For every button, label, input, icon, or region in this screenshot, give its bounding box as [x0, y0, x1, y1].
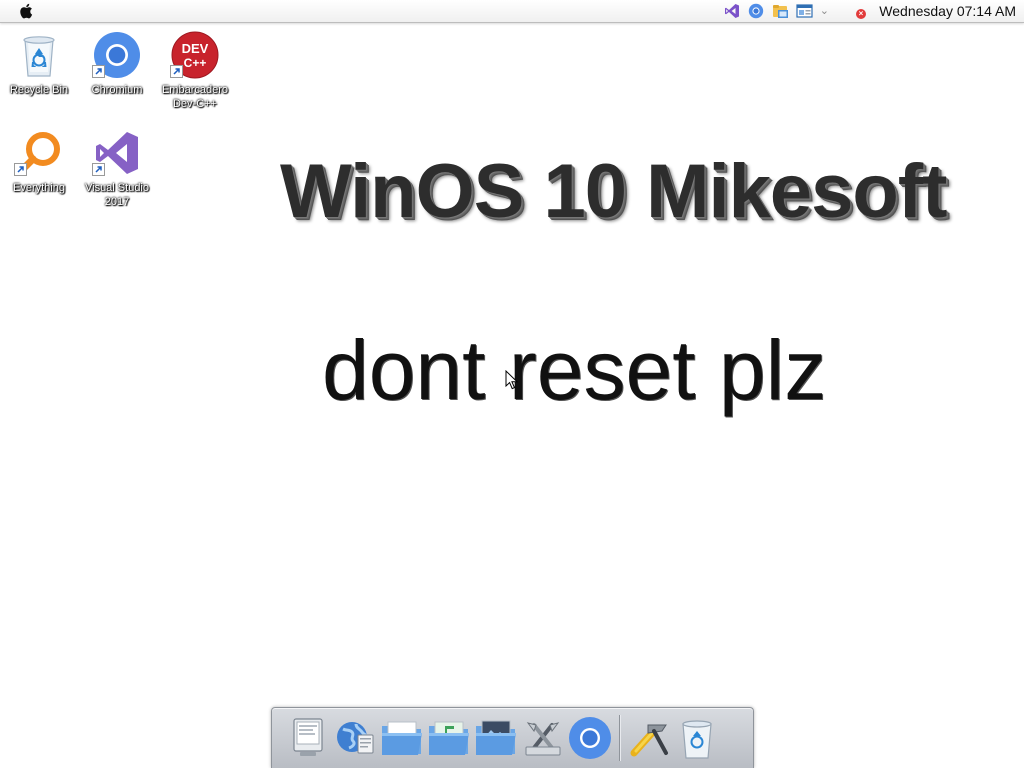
mouse-cursor-icon	[505, 369, 519, 390]
recycle-bin-icon[interactable]	[675, 716, 719, 760]
tray-expand-chevron-icon[interactable]: ⌄	[820, 3, 829, 20]
wallpaper-title: WinOS 10 Mikesoft	[280, 149, 947, 234]
menu-bar: ⌄ × Wednesday 07:14 AM	[0, 0, 1024, 23]
pictures-folder-icon[interactable]	[474, 716, 518, 760]
window-tray-icon[interactable]	[796, 3, 813, 20]
desktop-icon-label: Chromium	[91, 84, 143, 96]
shortcut-arrow-icon	[92, 65, 105, 78]
network-globe-icon[interactable]	[333, 716, 377, 760]
file-explorer-tray-icon[interactable]	[772, 3, 789, 20]
documents-folder-icon[interactable]	[380, 716, 424, 760]
chromium-icon[interactable]	[568, 716, 612, 760]
system-tools-icon[interactable]	[628, 716, 672, 760]
system-tray: ⌄	[724, 2, 829, 20]
desktop-icon-visual-studio[interactable]: Visual Studio 2017	[78, 128, 156, 209]
desktop-icon-everything[interactable]: Everything	[0, 128, 78, 195]
desktop-icon-label: Recycle Bin	[9, 84, 69, 96]
shortcut-arrow-icon	[170, 65, 183, 78]
wallpaper-subtitle: dont reset plz	[322, 323, 827, 417]
recycle-bin-icon	[14, 30, 64, 80]
svg-text:C++: C++	[184, 56, 207, 70]
apple-icon[interactable]	[17, 2, 35, 20]
notification-error-icon[interactable]: ×	[856, 9, 866, 19]
visual-studio-tray-icon[interactable]	[724, 3, 741, 20]
svg-text:DEV: DEV	[182, 41, 209, 56]
desktop-icon-dev-cpp[interactable]: DEV C++ Embarcadero Dev-C++	[156, 30, 234, 111]
visual-studio-icon	[92, 128, 142, 178]
shortcut-arrow-icon	[92, 163, 105, 176]
desktop-icon-label: Visual Studio 2017	[84, 182, 149, 208]
desktop-icon-label: Everything	[13, 182, 65, 194]
music-folder-icon[interactable]	[427, 716, 471, 760]
desktop: ⌄ × Wednesday 07:14 AM Recycle Bin Chrom…	[0, 0, 1024, 768]
desktop-icon-label: Embarcadero Dev-C++	[161, 84, 229, 110]
everything-search-icon	[14, 128, 64, 178]
finder-icon[interactable]	[286, 716, 330, 760]
dock	[271, 707, 754, 768]
shortcut-arrow-icon	[14, 163, 27, 176]
chromium-tray-icon[interactable]	[748, 3, 765, 20]
dev-cpp-icon: DEV C++	[170, 30, 220, 80]
clock[interactable]: Wednesday 07:14 AM	[879, 3, 1016, 19]
utilities-icon[interactable]	[521, 716, 565, 760]
chromium-icon	[92, 30, 142, 80]
desktop-icon-chromium[interactable]: Chromium	[78, 30, 156, 97]
dock-separator	[619, 715, 620, 761]
desktop-icon-recycle-bin[interactable]: Recycle Bin	[0, 30, 78, 97]
